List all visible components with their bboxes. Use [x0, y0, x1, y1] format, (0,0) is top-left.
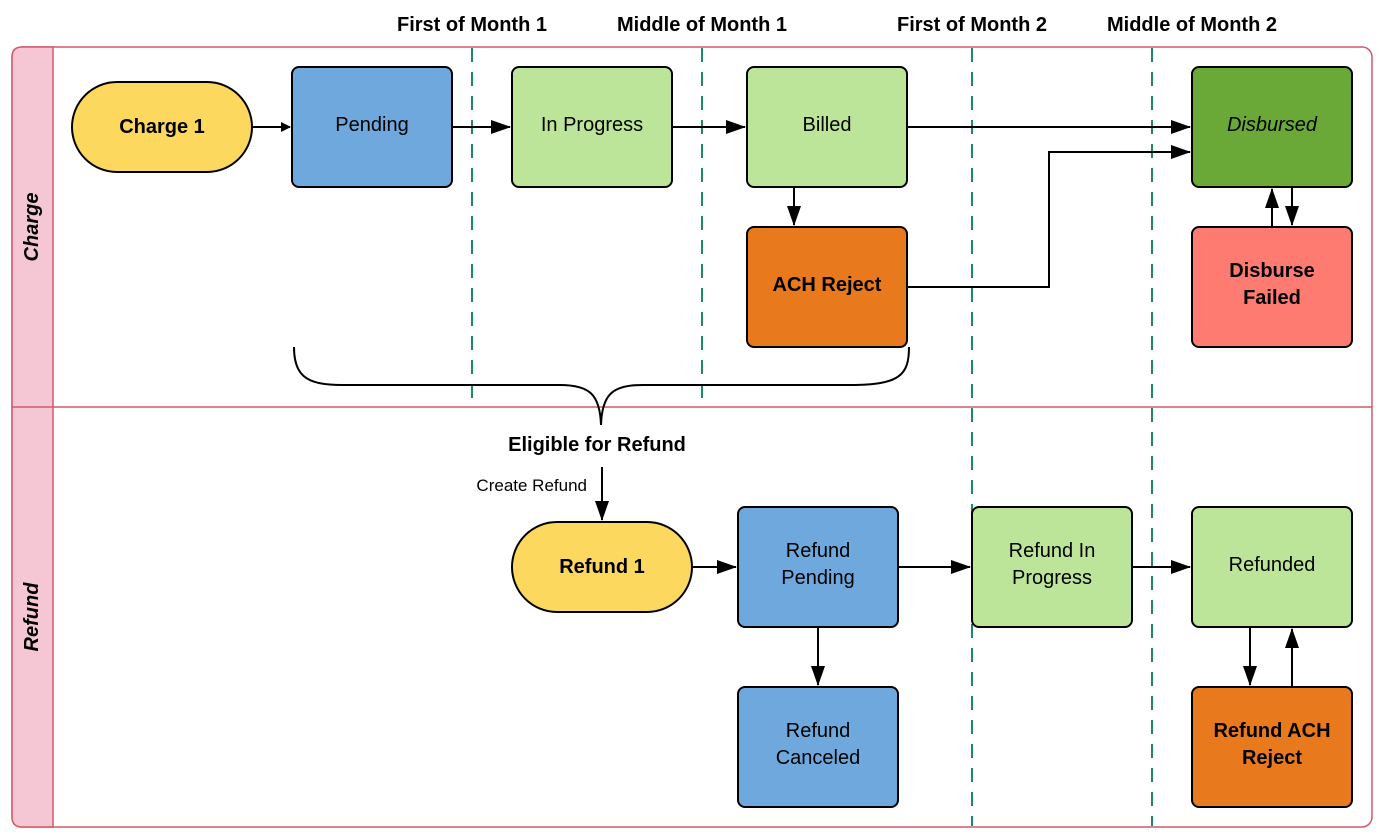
svg-text:Failed: Failed: [1243, 287, 1301, 309]
node-disburse-failed[interactable]: Disburse Failed: [1191, 226, 1353, 348]
node-ach-reject[interactable]: ACH Reject: [746, 226, 908, 348]
lane-label-charge: Charge: [21, 193, 43, 262]
svg-text:ACH Reject: ACH Reject: [773, 274, 882, 296]
node-refund-in-progress[interactable]: Refund In Progress: [971, 506, 1133, 628]
node-refund-1[interactable]: Refund 1: [511, 521, 693, 613]
svg-text:Pending: Pending: [781, 567, 854, 589]
eligible-for-refund-label: Eligible for Refund: [508, 434, 686, 456]
node-pending[interactable]: Pending: [291, 66, 453, 188]
svg-text:Refund In: Refund In: [1009, 540, 1096, 562]
svg-text:Refunded: Refunded: [1229, 554, 1316, 576]
column-first-of-month-1: First of Month 1: [397, 14, 547, 36]
column-first-of-month-2: First of Month 2: [897, 14, 1047, 36]
svg-text:Billed: Billed: [803, 114, 852, 136]
svg-text:Refund 1: Refund 1: [559, 556, 645, 578]
svg-text:In Progress: In Progress: [541, 114, 643, 136]
lane-header-band: [11, 46, 54, 828]
svg-text:Refund ACH: Refund ACH: [1213, 720, 1330, 742]
lane-label-refund: Refund: [21, 582, 43, 652]
svg-text:Disburse: Disburse: [1229, 260, 1315, 282]
node-charge-1[interactable]: Charge 1: [71, 81, 253, 173]
node-refund-ach-reject[interactable]: Refund ACH Reject: [1191, 686, 1353, 808]
svg-text:Canceled: Canceled: [776, 747, 861, 769]
svg-text:Reject: Reject: [1242, 747, 1302, 769]
node-refund-pending[interactable]: Refund Pending: [737, 506, 899, 628]
svg-text:Disbursed: Disbursed: [1227, 114, 1318, 136]
svg-text:Progress: Progress: [1012, 567, 1092, 589]
swimlane-diagram: First of Month 1 Middle of Month 1 First…: [11, 14, 1373, 828]
column-middle-of-month-1: Middle of Month 1: [617, 14, 787, 36]
column-middle-of-month-2: Middle of Month 2: [1107, 14, 1277, 36]
node-billed[interactable]: Billed: [746, 66, 908, 188]
node-refunded[interactable]: Refunded: [1191, 506, 1353, 628]
svg-text:Refund: Refund: [786, 540, 851, 562]
create-refund-label: Create Refund: [476, 476, 587, 495]
svg-text:Charge 1: Charge 1: [119, 116, 205, 138]
svg-text:Pending: Pending: [335, 114, 408, 136]
node-disbursed[interactable]: Disbursed: [1191, 66, 1353, 188]
node-in-progress[interactable]: In Progress: [511, 66, 673, 188]
node-refund-canceled[interactable]: Refund Canceled: [737, 686, 899, 808]
svg-text:Refund: Refund: [786, 720, 851, 742]
